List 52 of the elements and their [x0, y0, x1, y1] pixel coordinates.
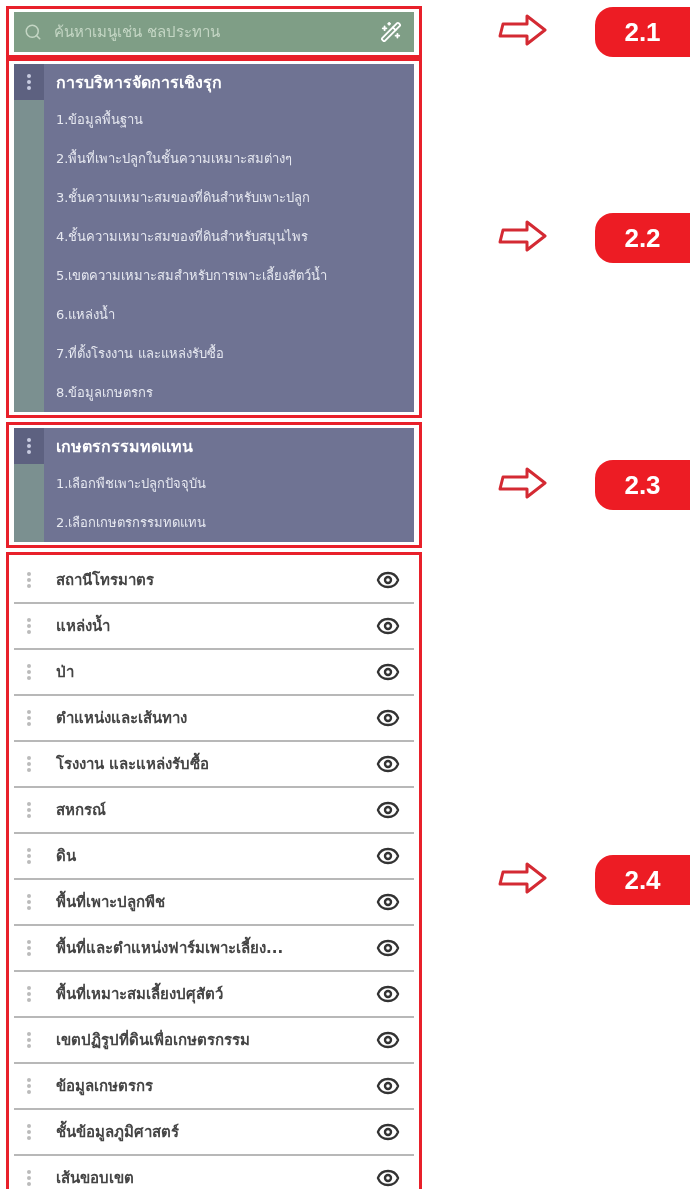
- layer-name: พื้นที่เพาะปลูกพืช: [56, 890, 376, 914]
- drag-handle-icon[interactable]: [27, 848, 31, 864]
- section-badge: 2.2: [595, 213, 690, 263]
- group-title[interactable]: เกษตรกรรมทดแทน: [44, 428, 414, 464]
- section-badge: 2.4: [595, 855, 690, 905]
- drag-handle-icon[interactable]: [27, 1078, 31, 1094]
- drag-handle[interactable]: [14, 428, 44, 464]
- drag-handle[interactable]: [14, 64, 44, 100]
- layer-name: พื้นที่เหมาะสมเลี้ยงปศุสัตว์: [56, 982, 376, 1006]
- layer-name: เขตปฏิรูปที่ดินเพื่อเกษตรกรรม: [56, 1028, 251, 1052]
- layer-name: สถานีโทรมาตร: [56, 570, 155, 591]
- menu-item[interactable]: 4.ชั้นความเหมาะสมของที่ดินสำหรับสมุนไพร: [44, 217, 414, 256]
- layer-name: ดิน: [56, 846, 77, 867]
- drag-handle-icon[interactable]: [27, 710, 31, 726]
- drag-handle-icon[interactable]: [27, 1124, 31, 1140]
- drag-handle-icon[interactable]: [27, 940, 31, 956]
- drag-handle-icon[interactable]: [27, 1170, 31, 1186]
- menu-item[interactable]: 6.แหล่งน้ำ: [44, 295, 414, 334]
- drag-handle-icon[interactable]: [27, 756, 31, 772]
- layer-name: เส้นขอบเขต: [56, 1168, 135, 1189]
- group-title[interactable]: การบริหารจัดการเชิงรุก: [44, 64, 414, 100]
- menu-item[interactable]: 1.ข้อมูลพื้นฐาน: [44, 100, 414, 139]
- layer-name: ข้อมูลเกษตรกร: [56, 1076, 154, 1098]
- wand-icon[interactable]: [380, 21, 402, 43]
- kebab-icon: [27, 74, 31, 90]
- layer-name: ตำแหน่งและเส้นทาง: [56, 708, 188, 729]
- drag-handle-icon[interactable]: [27, 618, 31, 634]
- layer-name: แหล่งน้ำ: [56, 614, 376, 638]
- search-field[interactable]: ค้นหาเมนูเช่น ชลประทาน: [52, 22, 370, 42]
- menu-item[interactable]: 8.ข้อมูลเกษตรกร: [44, 373, 414, 412]
- layer-name: พื้นที่และตำแหน่งฟาร์มเพาะเลี้ยง...: [56, 936, 376, 960]
- menu-item[interactable]: 3.ชั้นความเหมาะสมของที่ดินสำหรับเพาะปลูก: [44, 178, 414, 217]
- kebab-icon: [27, 438, 31, 454]
- layer-name: ชั้นข้อมูลภูมิศาสตร์: [56, 1120, 376, 1144]
- menu-item[interactable]: 1.เลือกพืชเพาะปลูกปัจจุบัน: [44, 464, 414, 503]
- section-badge: 2.3: [595, 460, 690, 510]
- search-icon: [24, 23, 42, 41]
- layer-name: ป่า: [56, 662, 75, 683]
- search-bar[interactable]: ค้นหาเมนูเช่น ชลประทาน: [14, 12, 414, 52]
- menu-item[interactable]: 7.ที่ตั้งโรงงาน และแหล่งรับซื้อ: [44, 334, 414, 373]
- drag-handle-icon[interactable]: [27, 986, 31, 1002]
- drag-handle-icon[interactable]: [27, 1032, 31, 1048]
- layer-name: โรงงาน และแหล่งรับซื้อ: [56, 752, 376, 776]
- drag-handle-icon[interactable]: [27, 572, 31, 588]
- drag-handle-icon[interactable]: [27, 894, 31, 910]
- layer-name: สหกรณ์: [56, 800, 107, 821]
- drag-handle-icon[interactable]: [27, 802, 31, 818]
- menu-item[interactable]: 2.พื้นที่เพาะปลูกในชั้นความเหมาะสมต่างๆ: [44, 139, 414, 178]
- drag-handle-icon[interactable]: [27, 664, 31, 680]
- menu-item[interactable]: 5.เขตความเหมาะสมสำหรับการเพาะเลี้ยงสัตว์น้ำ: [44, 256, 414, 295]
- section-badge: 2.1: [595, 7, 690, 57]
- menu-item[interactable]: 2.เลือกเกษตรกรรมทดแทน: [44, 503, 414, 542]
